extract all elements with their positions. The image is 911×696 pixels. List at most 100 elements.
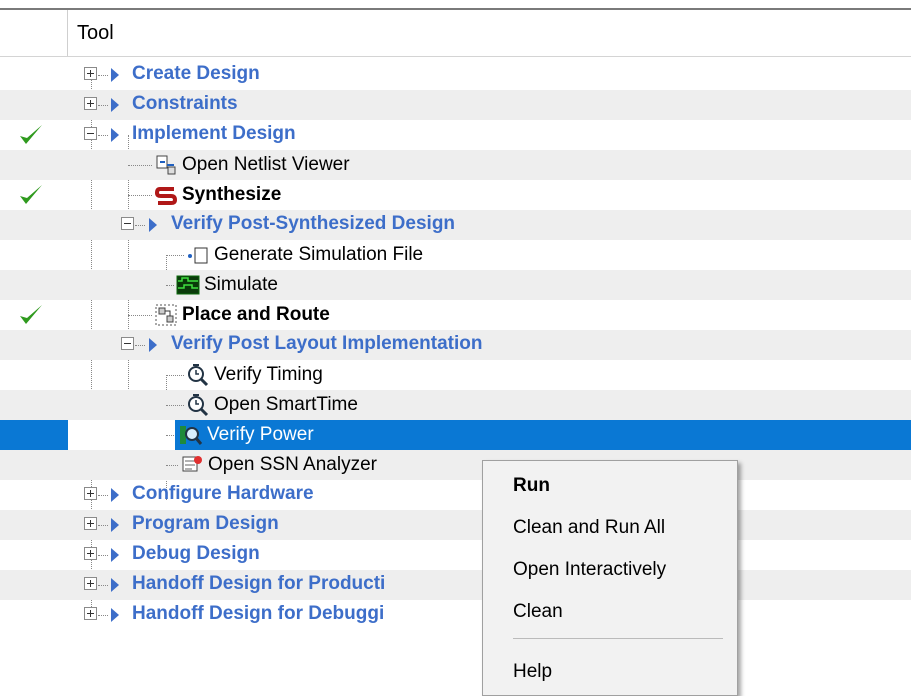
column-separator xyxy=(67,10,68,56)
group-label: Program Design xyxy=(132,513,279,534)
tree-row-constraints[interactable]: Constraints xyxy=(0,90,911,120)
tree-row-open-netlist-viewer[interactable]: Open Netlist Viewer xyxy=(0,150,911,180)
tool-label: Generate Simulation File xyxy=(214,244,424,265)
tree-connector xyxy=(135,225,145,226)
tree-connector xyxy=(128,195,152,196)
column-header-tool[interactable]: Tool xyxy=(77,22,114,45)
tree-row-program-design[interactable]: Program Design xyxy=(0,510,911,540)
menu-item-run[interactable]: Run xyxy=(513,475,550,497)
tree-connector xyxy=(98,135,108,136)
tree-row-verify-timing[interactable]: Verify Timing xyxy=(0,360,911,390)
tree-row-create-design[interactable]: Create Design xyxy=(0,60,911,90)
group-label: Constraints xyxy=(132,93,238,114)
tree-connector xyxy=(128,165,152,166)
top-border xyxy=(0,0,911,10)
tree-connector xyxy=(98,555,108,556)
group-arrow-icon xyxy=(149,338,157,352)
tree-row-synthesize[interactable]: Synthesize xyxy=(0,180,911,210)
checkmark-icon xyxy=(20,185,42,204)
tree-row-verify-post-layout[interactable]: Verify Post Layout Implementation xyxy=(0,330,911,360)
tree-row-handoff-production[interactable]: Handoff Design for Producti xyxy=(0,570,911,600)
tree-row-simulate[interactable]: Simulate xyxy=(0,270,911,300)
netlist-viewer-icon xyxy=(156,155,176,175)
tool-label: Verify Power xyxy=(207,424,314,445)
group-arrow-icon xyxy=(111,128,119,142)
collapse-icon[interactable] xyxy=(121,217,134,230)
group-label: Handoff Design for Producti xyxy=(132,573,386,594)
tree-connector xyxy=(166,375,184,376)
tree-row-implement-design[interactable]: Implement Design xyxy=(0,120,911,150)
tree-row-verify-power[interactable]: Verify Power xyxy=(0,420,911,450)
tree-connector xyxy=(166,465,178,466)
tree-connector xyxy=(166,255,184,256)
tree-row-configure-hardware[interactable]: Configure Hardware xyxy=(0,480,911,510)
collapse-icon[interactable] xyxy=(84,127,97,140)
group-arrow-icon xyxy=(111,608,119,622)
expand-icon[interactable] xyxy=(84,487,97,500)
smarttime-magnifier-icon xyxy=(188,394,209,417)
place-and-route-icon xyxy=(155,304,177,326)
synthesize-icon xyxy=(154,187,178,205)
group-arrow-icon xyxy=(111,578,119,592)
tree-connector xyxy=(98,615,108,616)
timing-magnifier-icon xyxy=(188,364,209,387)
expand-icon[interactable] xyxy=(84,517,97,530)
tree-connector xyxy=(98,495,108,496)
group-arrow-icon xyxy=(149,218,157,232)
expand-icon[interactable] xyxy=(84,547,97,560)
tree-row-generate-sim-file[interactable]: Generate Simulation File xyxy=(0,240,911,270)
collapse-icon[interactable] xyxy=(121,337,134,350)
group-label: Verify Post Layout Implementation xyxy=(171,333,483,354)
tree-connector xyxy=(98,105,108,106)
menu-item-open-interactively[interactable]: Open Interactively xyxy=(513,559,666,581)
group-label: Implement Design xyxy=(132,123,296,144)
tree-connector xyxy=(135,345,145,346)
menu-separator xyxy=(513,638,723,639)
expand-icon[interactable] xyxy=(84,607,97,620)
checkmark-icon xyxy=(20,125,42,144)
tree-row-open-ssn-analyzer[interactable]: Open SSN Analyzer xyxy=(0,450,911,480)
selection-highlight xyxy=(0,420,68,450)
group-label: Verify Post-Synthesized Design xyxy=(171,213,456,234)
tree-connector xyxy=(98,75,108,76)
tree-row-place-and-route[interactable]: Place and Route xyxy=(0,300,911,330)
group-label: Configure Hardware xyxy=(132,483,314,504)
checkmark-icon xyxy=(20,305,42,324)
tree-connector xyxy=(166,435,174,436)
tree-connector xyxy=(166,405,184,406)
tool-label: Synthesize xyxy=(182,184,282,205)
simulation-file-icon xyxy=(188,247,208,264)
tree-row-open-smarttime[interactable]: Open SmartTime xyxy=(0,390,911,420)
context-menu: Run Clean and Run All Open Interactively… xyxy=(482,460,738,696)
tool-label: Open SmartTime xyxy=(214,394,358,415)
tree-connector xyxy=(98,585,108,586)
group-label: Handoff Design for Debuggi xyxy=(132,603,385,624)
tree-row-verify-post-synth[interactable]: Verify Post-Synthesized Design xyxy=(0,210,911,240)
simulate-icon xyxy=(176,275,200,295)
tree-row-debug-design[interactable]: Debug Design xyxy=(0,540,911,570)
expand-icon[interactable] xyxy=(84,97,97,110)
tool-label: Place and Route xyxy=(182,304,330,325)
tree-connector xyxy=(128,315,152,316)
tool-label: Simulate xyxy=(204,274,278,295)
expand-icon[interactable] xyxy=(84,67,97,80)
group-arrow-icon xyxy=(111,518,119,532)
group-arrow-icon xyxy=(111,98,119,112)
group-label: Create Design xyxy=(132,63,260,84)
tool-label: Verify Timing xyxy=(214,364,323,385)
group-arrow-icon xyxy=(111,488,119,502)
group-arrow-icon xyxy=(111,68,119,82)
tool-label: Open Netlist Viewer xyxy=(182,154,350,175)
tree-row-handoff-debugging[interactable]: Handoff Design for Debuggi xyxy=(0,600,911,630)
group-arrow-icon xyxy=(111,548,119,562)
tree-connector xyxy=(166,285,174,286)
tree-connector xyxy=(98,525,108,526)
menu-item-clean[interactable]: Clean xyxy=(513,601,563,623)
ssn-analyzer-icon xyxy=(182,456,202,472)
expand-icon[interactable] xyxy=(84,577,97,590)
menu-item-clean-and-run-all[interactable]: Clean and Run All xyxy=(513,517,665,539)
power-magnifier-icon xyxy=(180,426,203,445)
menu-item-help[interactable]: Help xyxy=(513,661,552,683)
tool-label: Open SSN Analyzer xyxy=(208,454,377,475)
group-label: Debug Design xyxy=(132,543,260,564)
